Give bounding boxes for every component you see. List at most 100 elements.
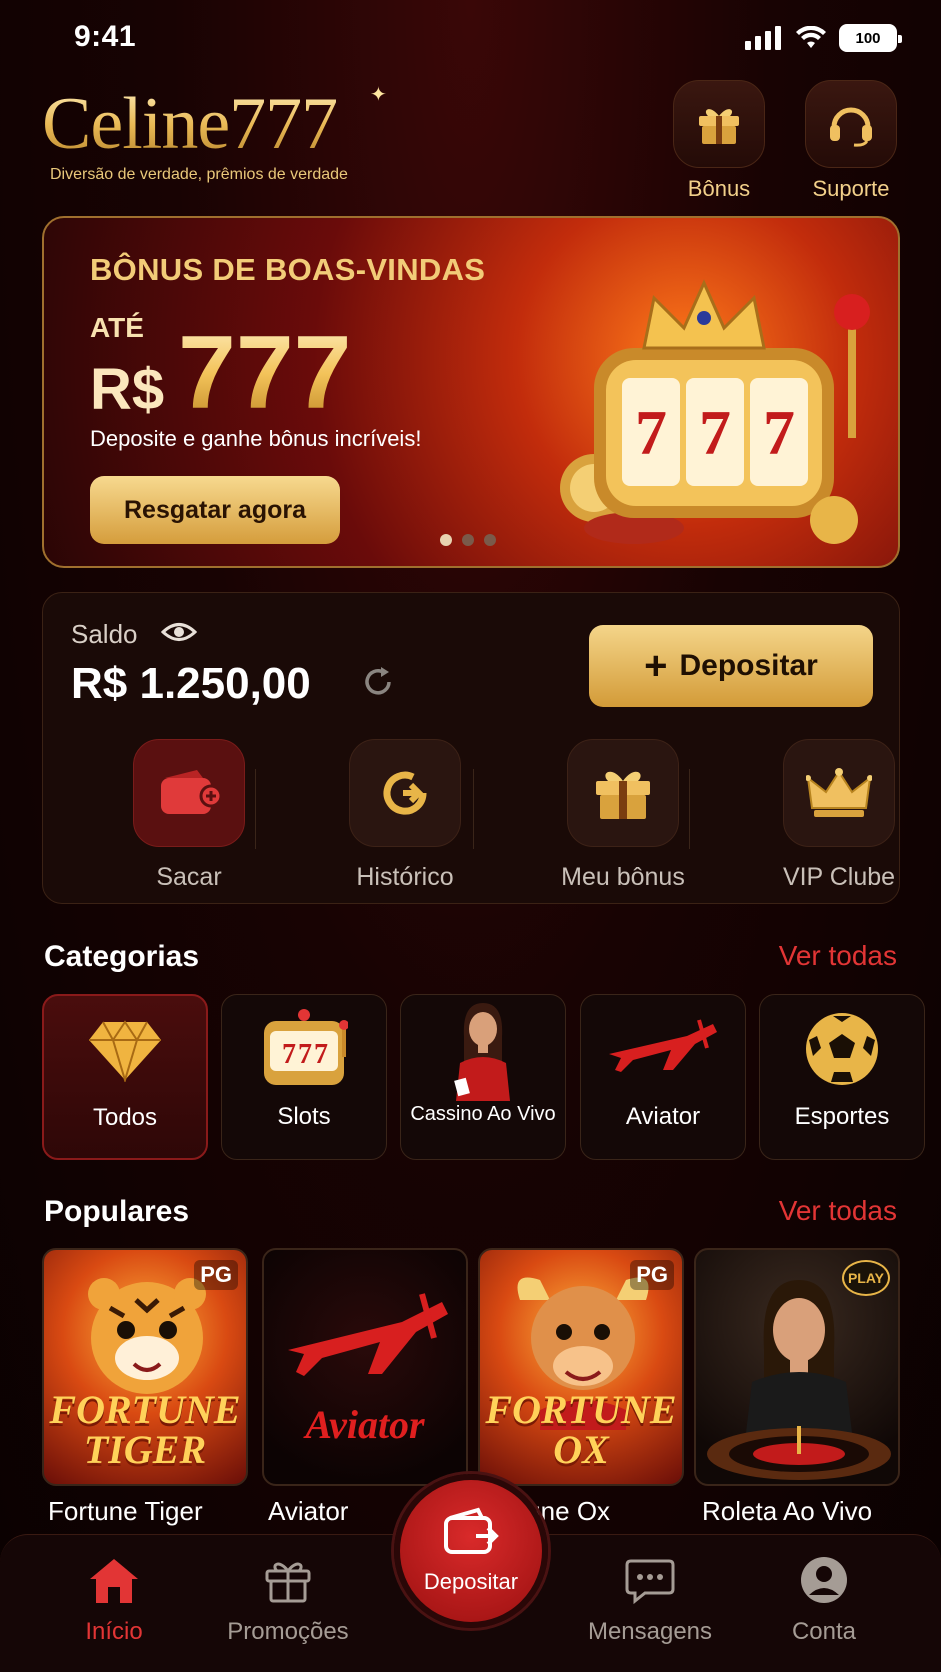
nav-messages[interactable]: Mensagens bbox=[570, 1555, 730, 1646]
wallet-icon bbox=[444, 1507, 499, 1554]
plus-icon: + bbox=[644, 644, 668, 688]
banner-kicker: BÔNUS DE BOAS-VINDAS bbox=[90, 252, 486, 287]
categories-title: Categorias bbox=[44, 940, 200, 973]
carousel-dot[interactable] bbox=[484, 534, 496, 546]
category-label: Slots bbox=[277, 1103, 331, 1130]
sparkle-icon: ✦ bbox=[370, 84, 387, 106]
history-icon bbox=[349, 739, 461, 847]
withdraw-label: Sacar bbox=[156, 863, 222, 891]
nav-promotions[interactable]: Promoções bbox=[208, 1555, 368, 1646]
balance-amount: R$ 1.250,00 bbox=[71, 659, 311, 708]
category-label: Aviator bbox=[625, 1103, 701, 1130]
home-icon bbox=[90, 1559, 138, 1603]
svg-text:7: 7 bbox=[763, 397, 795, 468]
game-name[interactable]: Aviator bbox=[268, 1496, 348, 1527]
banner-currency: R$ bbox=[90, 357, 165, 422]
game-art-title: Aviator bbox=[305, 1402, 425, 1447]
chat-icon bbox=[625, 1559, 675, 1605]
status-bar: 9:41 100 bbox=[0, 0, 941, 80]
category-all[interactable]: Todos bbox=[42, 994, 208, 1160]
category-aviator[interactable]: Aviator bbox=[580, 994, 746, 1160]
nav-home[interactable]: Início bbox=[34, 1555, 194, 1646]
game-name[interactable]: Fortune Tiger bbox=[48, 1496, 203, 1527]
gift-icon bbox=[567, 739, 679, 847]
banner-description: Deposite e ganhe bônus incríveis! bbox=[90, 426, 422, 451]
claim-now-button[interactable]: Resgatar agora bbox=[90, 476, 340, 544]
popular-see-all-link[interactable]: Ver todas bbox=[779, 1195, 897, 1227]
headset-icon bbox=[805, 80, 897, 168]
categories-see-all-link[interactable]: Ver todas bbox=[779, 940, 897, 972]
svg-text:7: 7 bbox=[635, 397, 667, 468]
deposit-fab-label: Depositar bbox=[423, 1569, 519, 1594]
svg-text:7: 7 bbox=[282, 1039, 296, 1070]
category-live-casino[interactable]: Cassino Ao Vivo bbox=[400, 994, 566, 1160]
banner-amount: 777 bbox=[178, 315, 352, 431]
support-label: Suporte bbox=[812, 176, 890, 201]
crown-icon bbox=[783, 739, 895, 847]
live-dealer-icon bbox=[401, 995, 565, 1103]
nav-messages-label: Mensagens bbox=[587, 1618, 713, 1645]
promo-banner[interactable]: BÔNUS DE BOAS-VINDAS ATÉ R$ 777 Deposite… bbox=[42, 216, 900, 568]
provider-badge: PG bbox=[194, 1260, 238, 1290]
deposit-button-label: Depositar bbox=[679, 649, 818, 682]
carousel-dots[interactable] bbox=[440, 534, 496, 546]
withdraw-action[interactable]: Sacar bbox=[109, 739, 269, 892]
category-label: Todos bbox=[92, 1104, 158, 1131]
banner-up-to: ATÉ bbox=[90, 312, 144, 343]
provider-badge: PG bbox=[630, 1260, 674, 1290]
game-art-title: FORTUNE OX bbox=[485, 1387, 677, 1472]
game-card-fortune-tiger[interactable]: PG FORTUNE TIGER bbox=[42, 1248, 248, 1486]
history-label: Histórico bbox=[356, 863, 454, 891]
divider bbox=[473, 769, 474, 849]
plane-icon bbox=[288, 1293, 448, 1376]
history-action[interactable]: Histórico bbox=[325, 739, 485, 892]
tagline: Diversão de verdade, prêmios de verdade bbox=[50, 166, 348, 183]
balance-card: Saldo R$ 1.250,00 + Depositar Sacar Hist… bbox=[42, 592, 900, 904]
battery-icon: 100 bbox=[839, 24, 902, 52]
refresh-icon[interactable] bbox=[361, 665, 395, 699]
my-bonus-action[interactable]: Meu bônus bbox=[543, 739, 703, 892]
vip-club-action[interactable]: VIP Clube bbox=[759, 739, 919, 892]
nav-home-label: Início bbox=[85, 1618, 143, 1645]
nav-account-label: Conta bbox=[791, 1618, 857, 1645]
category-label: Esportes bbox=[794, 1103, 890, 1130]
svg-text:7: 7 bbox=[699, 397, 731, 468]
wallet-icon bbox=[133, 739, 245, 847]
game-card-live-roulette[interactable]: PLAY bbox=[694, 1248, 900, 1486]
game-name[interactable]: Roleta Ao Vivo bbox=[702, 1496, 872, 1527]
nav-promotions-label: Promoções bbox=[227, 1618, 349, 1645]
bonus-label: Bônus bbox=[687, 176, 751, 201]
balance-label: Saldo bbox=[71, 619, 138, 649]
diamond-icon bbox=[44, 996, 206, 1104]
popular-title: Populares bbox=[44, 1195, 190, 1228]
category-label: Cassino Ao Vivo bbox=[410, 1103, 556, 1125]
app-logo[interactable]: Celine777 bbox=[42, 82, 338, 167]
plane-icon bbox=[581, 995, 745, 1103]
deposit-button[interactable]: + Depositar bbox=[589, 625, 873, 707]
game-card-fortune-ox[interactable]: PG FORTUNE OX bbox=[478, 1248, 684, 1486]
provider-badge: PLAY bbox=[841, 1260, 890, 1296]
category-sports[interactable]: Esportes bbox=[759, 994, 925, 1160]
carousel-dot[interactable] bbox=[440, 534, 452, 546]
game-art-title: FORTUNE TIGER bbox=[49, 1387, 241, 1472]
divider bbox=[689, 769, 690, 849]
slot-machine-illustration: 7 7 7 bbox=[560, 279, 870, 544]
svg-text:7: 7 bbox=[314, 1039, 328, 1070]
status-icons: 100 bbox=[745, 24, 902, 52]
gift-icon bbox=[265, 1562, 311, 1603]
slot-machine-icon: 777 bbox=[222, 995, 386, 1103]
category-slots[interactable]: 777 Slots bbox=[221, 994, 387, 1160]
support-button[interactable]: Suporte bbox=[804, 80, 898, 202]
bonus-button[interactable]: Bônus bbox=[672, 80, 766, 202]
soccer-ball-icon bbox=[760, 995, 924, 1103]
deposit-fab-button[interactable]: Depositar bbox=[394, 1474, 548, 1628]
svg-text:7: 7 bbox=[298, 1039, 312, 1070]
signal-icon bbox=[745, 26, 781, 50]
carousel-dot[interactable] bbox=[462, 534, 474, 546]
vip-club-label: VIP Clube bbox=[782, 863, 896, 891]
eye-icon[interactable] bbox=[161, 617, 197, 647]
nav-account[interactable]: Conta bbox=[744, 1555, 904, 1646]
my-bonus-label: Meu bônus bbox=[561, 863, 685, 891]
wifi-icon bbox=[796, 26, 826, 48]
game-card-aviator[interactable]: Aviator bbox=[262, 1248, 468, 1486]
